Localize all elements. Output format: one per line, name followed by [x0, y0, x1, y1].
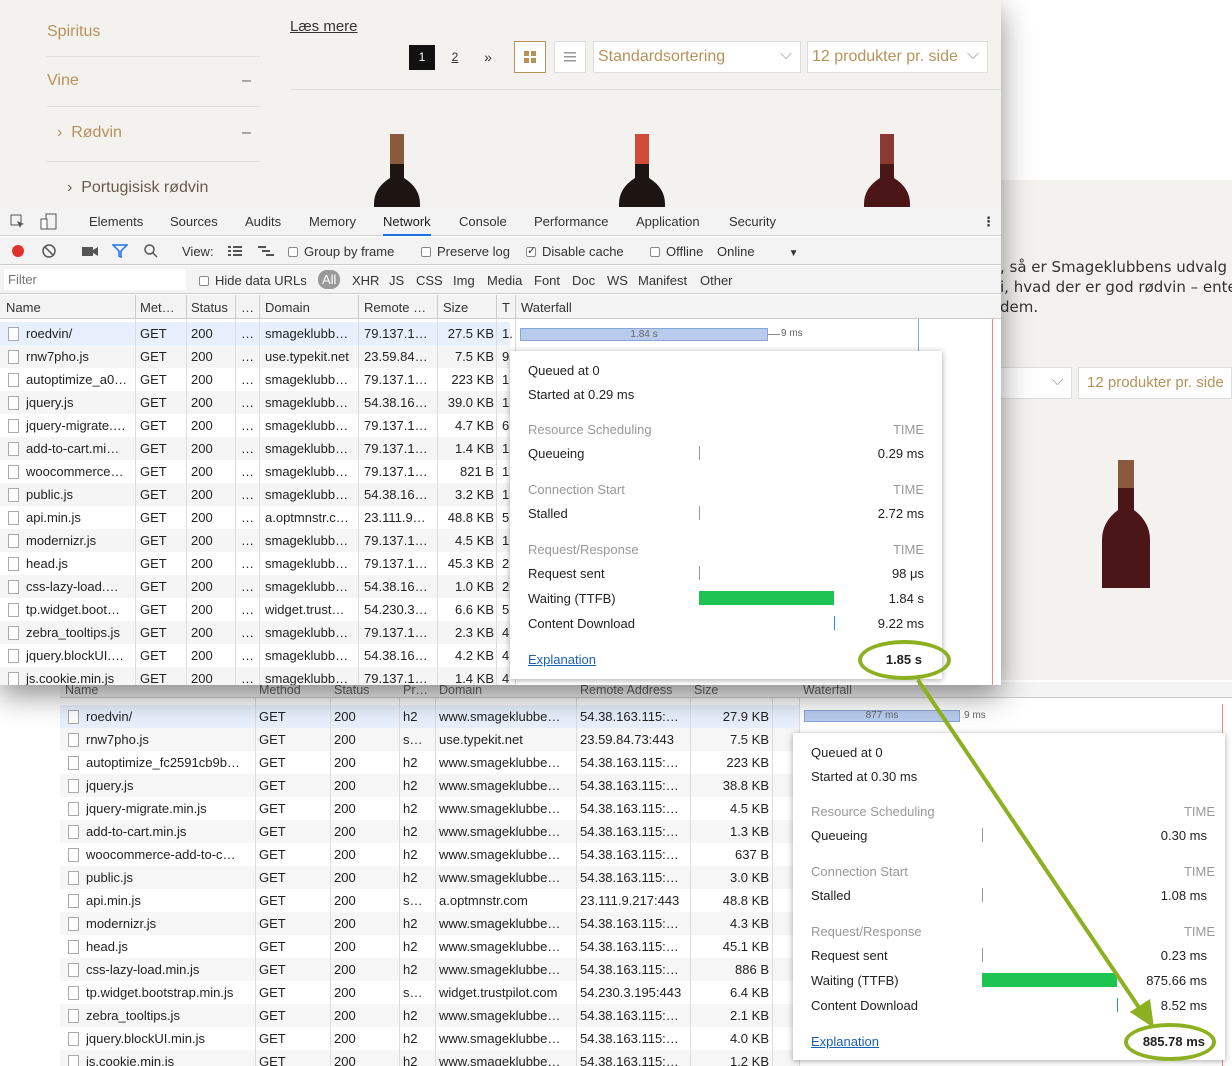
arrow-annotation	[916, 678, 1154, 1028]
